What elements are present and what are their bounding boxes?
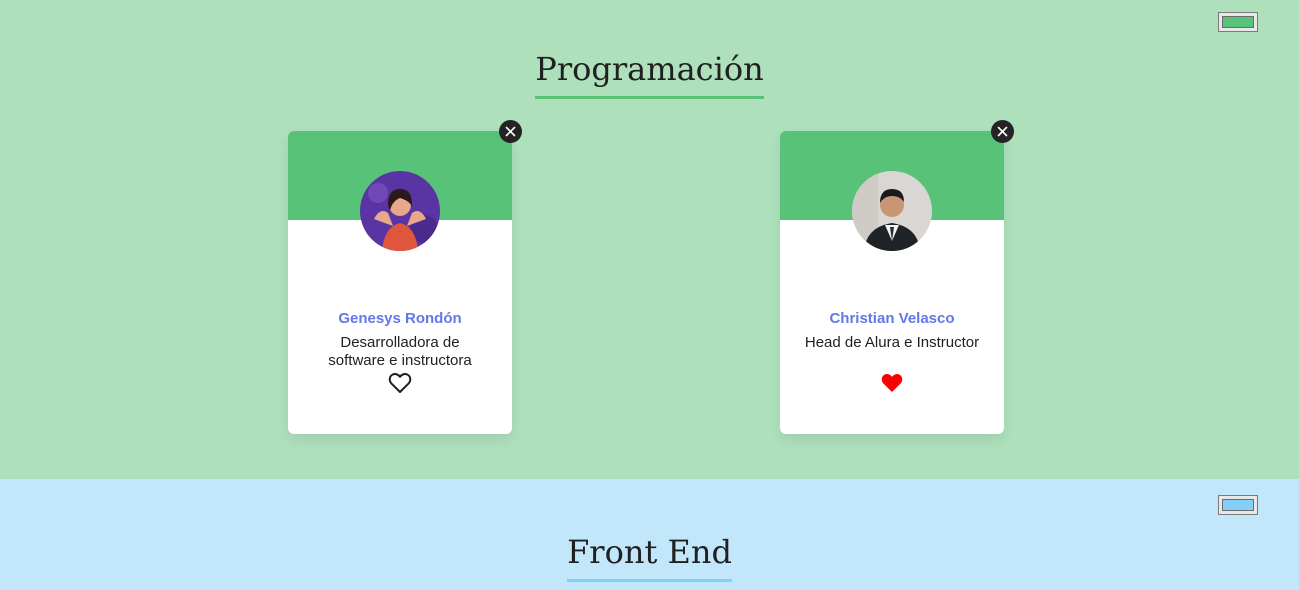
avatar-photo-icon (852, 171, 932, 251)
avatar (852, 171, 932, 251)
team-title: Front End (0, 533, 1299, 582)
collaborator-role: Head de Alura e Instructor (804, 334, 980, 351)
delete-collaborator-button[interactable] (499, 120, 522, 143)
delete-collaborator-button[interactable] (991, 120, 1014, 143)
team-color-swatch-fill (1222, 16, 1254, 28)
team-section-programacion: Programación Genesys Rondón Desarrollado… (0, 0, 1299, 479)
collaborator-card: Genesys Rondón Desarrolladora de softwar… (288, 120, 522, 434)
avatar-photo-icon (360, 171, 440, 251)
collaborator-name: Genesys Rondón (338, 310, 462, 327)
avatar (360, 171, 440, 251)
heart-filled-icon[interactable] (880, 372, 904, 394)
team-title-text: Programación (535, 50, 764, 99)
close-icon (505, 126, 516, 137)
team-color-picker[interactable] (1218, 12, 1258, 32)
close-icon (997, 126, 1008, 137)
collaborator-role: Desarrolladora de software e instructora (328, 334, 472, 369)
collaborator-card: Christian Velasco Head de Alura e Instru… (780, 120, 1014, 434)
team-color-swatch-fill (1222, 499, 1254, 511)
collaborator-name: Christian Velasco (829, 310, 955, 327)
team-title-text: Front End (567, 533, 732, 582)
team-title: Programación (0, 50, 1299, 99)
team-section-front-end: Front End (0, 479, 1299, 590)
heart-outline-icon[interactable] (388, 372, 412, 394)
team-color-picker[interactable] (1218, 495, 1258, 515)
